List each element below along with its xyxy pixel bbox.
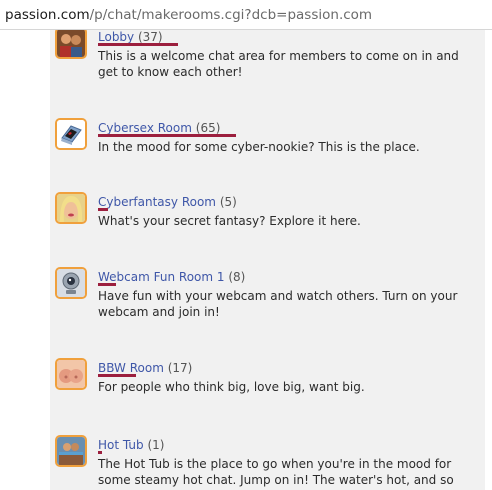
blonde-woman-icon[interactable] xyxy=(55,192,87,224)
room-description: In the mood for some cyber-nookie? This … xyxy=(98,140,420,154)
room-underline xyxy=(98,283,116,286)
room-count: (5) xyxy=(219,195,237,209)
room-link-bbw[interactable]: BBW Room xyxy=(98,361,164,375)
room-link-webcam[interactable]: Webcam Fun Room 1 xyxy=(98,270,225,284)
room-count: (8) xyxy=(228,270,246,284)
room-title: BBW Room (17) xyxy=(98,361,192,375)
room-description: What's your secret fantasy? Explore it h… xyxy=(98,214,361,228)
room-underline xyxy=(98,451,102,454)
room-description: Have fun with your webcam and watch othe… xyxy=(98,289,458,319)
bbw-icon[interactable] xyxy=(55,358,87,390)
room-underline xyxy=(98,43,178,46)
laptop-icon[interactable] xyxy=(55,118,87,150)
room-underline xyxy=(98,374,136,377)
room-description: For people who think big, love big, want… xyxy=(98,380,365,394)
webcam-icon[interactable] xyxy=(55,267,87,299)
room-count: (37) xyxy=(137,30,163,44)
url-host: passion.com xyxy=(5,7,90,23)
room-link-hot-tub[interactable]: Hot Tub xyxy=(98,438,144,452)
room-link-lobby[interactable]: Lobby xyxy=(98,30,134,44)
chat-room-list: Lobby (37) This is a welcome chat area f… xyxy=(50,30,485,490)
room-count: (1) xyxy=(147,438,165,452)
room-title: Lobby (37) xyxy=(98,30,163,44)
room-title: Webcam Fun Room 1 (8) xyxy=(98,270,245,284)
lobby-people-icon[interactable] xyxy=(55,30,87,59)
address-bar[interactable]: passion.com/p/chat/makerooms.cgi?dcb=pas… xyxy=(0,0,492,30)
room-link-cyberfantasy[interactable]: Cyberfantasy Room xyxy=(98,195,216,209)
room-title: Cybersex Room (65) xyxy=(98,121,220,135)
url-path: /p/chat/makerooms.cgi?dcb=passion.com xyxy=(89,7,373,23)
room-count: (17) xyxy=(167,361,193,375)
room-underline xyxy=(98,208,108,211)
hot-tub-icon[interactable] xyxy=(55,435,87,467)
room-title: Hot Tub (1) xyxy=(98,438,164,452)
room-link-cybersex[interactable]: Cybersex Room xyxy=(98,121,192,135)
room-title: Cyberfantasy Room (5) xyxy=(98,195,237,209)
room-description: This is a welcome chat area for members … xyxy=(98,49,459,79)
room-count: (65) xyxy=(195,121,221,135)
room-underline xyxy=(98,134,236,137)
room-description: The Hot Tub is the place to go when you'… xyxy=(98,457,454,487)
